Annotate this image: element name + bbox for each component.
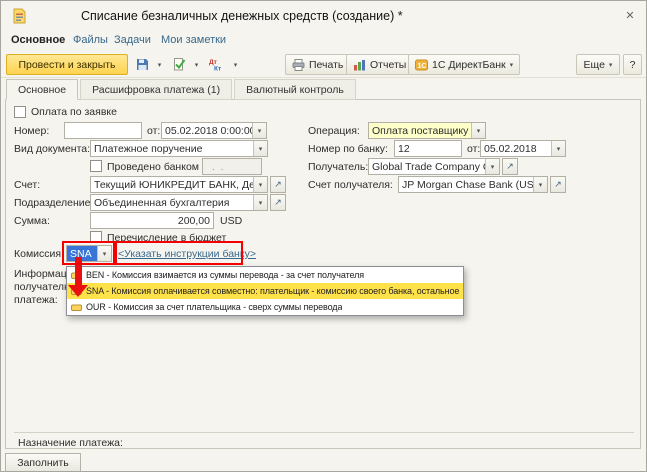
- recipient-account-caret-icon[interactable]: ▾: [533, 177, 547, 192]
- doc-type-combo[interactable]: Платежное поручение ▾: [90, 140, 268, 157]
- dropdown-item-ben[interactable]: BEN - Комиссия взимается из суммы перево…: [67, 267, 463, 283]
- form-tab-main[interactable]: Основное: [6, 79, 78, 100]
- bank-number-label: Номер по банку:: [308, 143, 388, 155]
- payment-writeoff-window: Списание безналичных денежных средств (с…: [0, 0, 647, 472]
- red-arrow-shaft: [75, 257, 82, 285]
- number-input[interactable]: [64, 122, 142, 139]
- recipient-input[interactable]: Global Trade Company GmbH ▾: [368, 158, 500, 175]
- nav-tab-tasks[interactable]: Задачи: [114, 34, 151, 46]
- nav-tab-main[interactable]: Основное: [11, 34, 65, 46]
- posted-by-bank-checkbox[interactable]: [90, 160, 102, 172]
- recipient-label: Получатель:: [308, 161, 368, 173]
- date-from-label: от:: [147, 125, 160, 137]
- form-tabs: Основное Расшифровка платежа (1) Валютны…: [6, 79, 358, 100]
- section-nav: Основное Файлы Задачи Мои заметки: [1, 31, 646, 51]
- recipient-account-label: Счет получателя:: [308, 179, 393, 191]
- recipient-account-open-button[interactable]: ↗: [550, 176, 566, 193]
- save-menu-caret[interactable]: ▾: [153, 54, 166, 75]
- doc-type-label: Вид документа:: [14, 143, 90, 155]
- commission-caret-icon[interactable]: ▾: [97, 246, 111, 261]
- bank-date-caret-icon[interactable]: ▾: [551, 141, 565, 156]
- post-menu-caret[interactable]: ▾: [190, 54, 203, 75]
- amount-label: Сумма:: [14, 215, 50, 227]
- currency-label: USD: [220, 215, 242, 227]
- close-button[interactable]: ✕: [620, 6, 640, 24]
- nav-tab-notes[interactable]: Мои заметки: [161, 34, 226, 46]
- posted-by-bank-label: Проведено банком: [107, 161, 199, 173]
- save-button[interactable]: [132, 54, 153, 75]
- window-title: Списание безналичных денежных средств (с…: [81, 9, 403, 23]
- department-open-button[interactable]: ↗: [270, 194, 286, 211]
- purpose-separator: [14, 432, 634, 433]
- floppy-disk-icon: [136, 58, 149, 71]
- department-combo[interactable]: Объединенная бухгалтерия ▾: [90, 194, 268, 211]
- post-document-button[interactable]: [169, 54, 190, 75]
- account-caret-icon[interactable]: ▾: [253, 177, 267, 192]
- amount-input[interactable]: 200,00: [90, 212, 214, 229]
- recipient-open-button[interactable]: ↗: [502, 158, 518, 175]
- more-button[interactable]: Еще ▾: [576, 54, 620, 75]
- more-label: Еще: [584, 59, 605, 71]
- post-document-icon: [173, 58, 186, 71]
- posted-date-input[interactable]: . .: [202, 158, 262, 175]
- account-combo[interactable]: Текущий ЮНИКРЕДИТ БАНК, Деловой ▾: [90, 176, 268, 193]
- enum-value-icon: [71, 302, 82, 313]
- printer-icon: [292, 59, 305, 71]
- commission-label: Комиссия:: [14, 248, 64, 260]
- form-tab-payment-details[interactable]: Расшифровка платежа (1): [80, 79, 232, 100]
- account-label: Счет:: [14, 179, 40, 191]
- pay-by-request-label: Оплата по заявке: [31, 106, 117, 118]
- reports-label: Отчеты: [370, 59, 406, 71]
- bank-date-from-label: от:: [467, 143, 480, 155]
- date-input[interactable]: 05.02.2018 0:00:00 ▾: [161, 122, 267, 139]
- toolbar: Провести и закрыть ▾ ▾ ДтКт ▾ Печать ▾ О…: [1, 51, 646, 78]
- form-panel: Оплата по заявке Номер: от: 05.02.2018 0…: [5, 99, 641, 449]
- account-open-button[interactable]: ↗: [270, 176, 286, 193]
- doc-type-caret-icon[interactable]: ▾: [253, 141, 267, 156]
- bank-number-input[interactable]: 12: [394, 140, 462, 157]
- directbank-label: 1С ДиректБанк: [432, 59, 506, 71]
- svg-text:Кт: Кт: [214, 66, 221, 72]
- form-tab-currency-control[interactable]: Валютный контроль: [234, 79, 356, 100]
- more-caret-icon: ▾: [609, 61, 613, 69]
- department-caret-icon[interactable]: ▾: [253, 195, 267, 210]
- date-caret-icon[interactable]: ▾: [252, 123, 266, 138]
- bar-chart-icon: [353, 59, 366, 71]
- fill-button[interactable]: Заполнить: [5, 453, 81, 472]
- commission-combo[interactable]: SNA ▾: [66, 245, 112, 262]
- dt-kt-postings-button[interactable]: ДтКт: [206, 54, 227, 75]
- print-label: Печать: [309, 59, 343, 71]
- recipient-caret-icon[interactable]: ▾: [485, 159, 499, 174]
- directbank-icon: 1С: [415, 59, 428, 71]
- operation-combo[interactable]: Оплата поставщику ▾: [368, 122, 486, 139]
- bank-date-input[interactable]: 05.02.2018 ▾: [480, 140, 566, 157]
- red-arrow-down-icon: [68, 285, 88, 297]
- budget-transfer-label: Перечисление в бюджет: [107, 232, 226, 244]
- budget-transfer-checkbox[interactable]: [90, 231, 102, 243]
- recipient-account-input[interactable]: JP Morgan Chase Bank (USD) ▾: [398, 176, 548, 193]
- purpose-label: Назначение платежа:: [18, 437, 123, 449]
- directbank-button[interactable]: 1С 1С ДиректБанк ▾: [408, 54, 520, 75]
- operation-label: Операция:: [308, 125, 360, 137]
- dropdown-item-our[interactable]: OUR - Комиссия за счет плательщика - све…: [67, 299, 463, 315]
- department-label: Подразделение:: [14, 197, 93, 209]
- help-button[interactable]: ?: [623, 54, 642, 75]
- operation-caret-icon[interactable]: ▾: [471, 123, 485, 138]
- title-bar: Списание безналичных денежных средств (с…: [1, 1, 646, 31]
- post-and-close-button[interactable]: Провести и закрыть: [6, 54, 128, 75]
- pay-by-request-checkbox[interactable]: [14, 106, 26, 118]
- svg-text:1С: 1С: [418, 63, 427, 70]
- document-icon: [11, 8, 27, 27]
- dropdown-item-sna[interactable]: SNA - Комиссия оплачивается совместно: п…: [67, 283, 463, 299]
- dt-kt-postings-icon: ДтКт: [209, 58, 224, 71]
- dt-kt-menu-caret[interactable]: ▾: [229, 54, 242, 75]
- bank-instructions-link[interactable]: <Указать инструкции банку>: [118, 248, 256, 260]
- nav-tab-files[interactable]: Файлы: [73, 34, 108, 46]
- commission-dropdown: BEN - Комиссия взимается из суммы перево…: [66, 266, 464, 316]
- number-label: Номер:: [14, 125, 49, 137]
- directbank-caret-icon: ▾: [510, 61, 514, 69]
